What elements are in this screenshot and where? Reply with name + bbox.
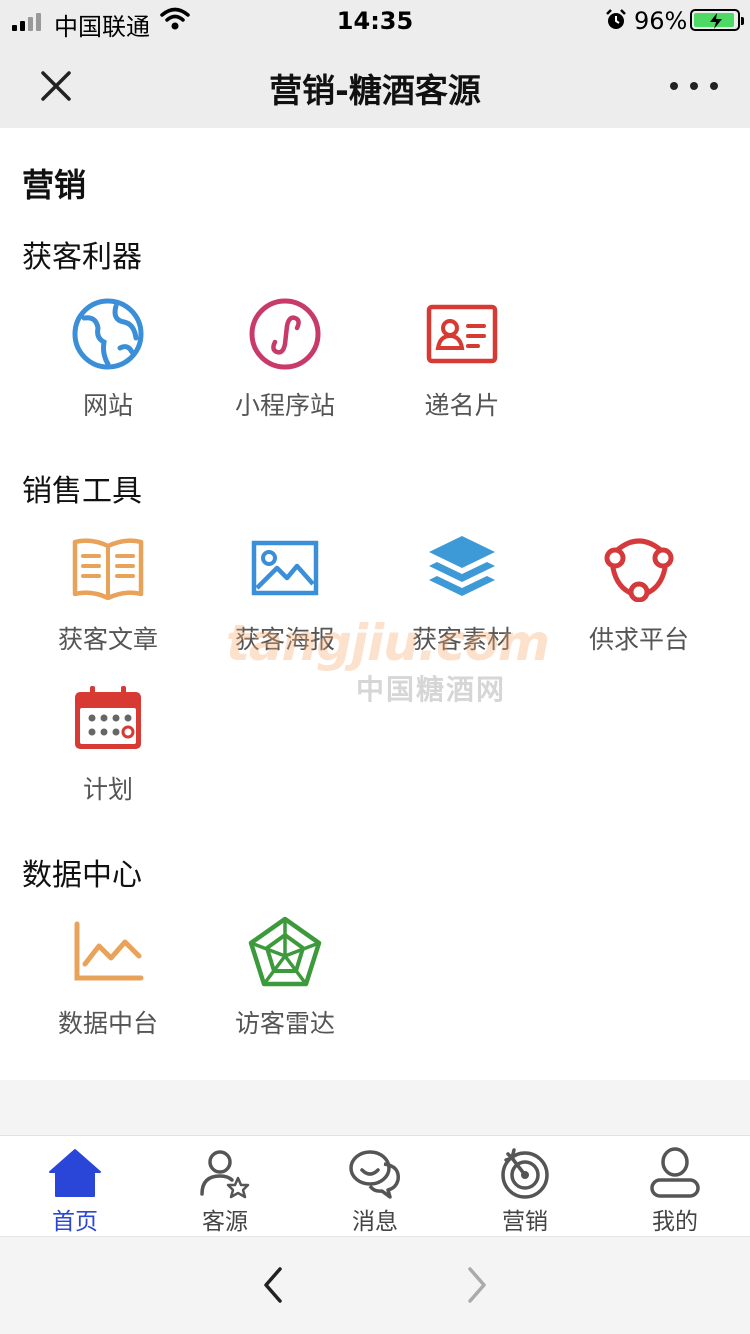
dot-icon	[690, 82, 698, 90]
tile-articles[interactable]: 获客文章	[20, 530, 196, 660]
open-book-icon	[72, 538, 144, 600]
tile-label: 计划	[82, 775, 133, 804]
navigation-bar: 营销-糖酒客源	[0, 42, 750, 128]
close-icon[interactable]	[34, 64, 78, 108]
section-title-acquisition: 获客利器	[22, 240, 142, 275]
browser-navigation-bar	[0, 1236, 750, 1334]
acquisition-grid: 网站 小程序站 递名片	[20, 296, 730, 426]
alarm-icon	[606, 9, 626, 29]
picture-icon	[251, 540, 319, 596]
tab-label: 我的	[652, 1209, 698, 1235]
tab-messages[interactable]: 消息	[300, 1136, 450, 1236]
marketing-content: 营销 获客利器 网站 小程序站 递名片 销售工具 获客文章 获客海报 获客素材 …	[0, 128, 750, 1080]
customer-source-icon	[200, 1150, 250, 1199]
status-bar: 中国联通 14:35 96%	[0, 0, 750, 42]
tile-data-hub[interactable]: 数据中台	[20, 914, 196, 1044]
radar-icon	[248, 916, 322, 987]
tile-materials[interactable]: 获客素材	[374, 530, 550, 660]
section-title-data-center: 数据中心	[22, 858, 142, 893]
tab-label: 营销	[502, 1209, 548, 1235]
tile-label: 获客海报	[234, 625, 335, 654]
tile-label: 网站	[82, 391, 133, 420]
home-icon	[49, 1149, 101, 1197]
layers-icon	[429, 536, 495, 596]
tab-home[interactable]: 首页	[0, 1136, 150, 1236]
tile-plan[interactable]: 计划	[20, 680, 196, 810]
business-card-icon	[426, 304, 498, 364]
dot-icon	[670, 82, 678, 90]
data-center-grid: 数据中台 访客雷达	[20, 914, 730, 1044]
page-title: 营销-糖酒客源	[269, 71, 481, 110]
section-heading: 营销	[22, 166, 87, 204]
target-icon	[501, 1148, 549, 1199]
profile-icon	[650, 1147, 700, 1198]
line-chart-icon	[74, 921, 144, 981]
tile-label: 小程序站	[234, 391, 335, 420]
tile-label: 获客素材	[411, 625, 512, 654]
calendar-icon	[75, 686, 141, 749]
tile-label: 供求平台	[588, 625, 689, 654]
forward-chevron-icon[interactable]	[456, 1265, 496, 1305]
tile-posters[interactable]: 获客海报	[197, 530, 373, 660]
section-title-sales-tools: 销售工具	[22, 474, 142, 509]
tab-marketing[interactable]: 营销	[450, 1136, 600, 1236]
tile-mini-program[interactable]: 小程序站	[197, 296, 373, 426]
tile-visitor-radar[interactable]: 访客雷达	[197, 914, 373, 1044]
tile-website[interactable]: 网站	[20, 296, 196, 426]
tile-label: 数据中台	[57, 1009, 158, 1038]
mini-program-icon	[249, 298, 321, 370]
sales-tools-grid: 获客文章 获客海报 获客素材 供求平台 计划	[20, 530, 730, 830]
tile-label: 访客雷达	[234, 1009, 335, 1038]
tab-customer-source[interactable]: 客源	[150, 1136, 300, 1236]
tile-label: 获客文章	[57, 625, 158, 654]
tab-label: 消息	[352, 1209, 398, 1235]
tile-supply-demand[interactable]: 供求平台	[551, 530, 727, 660]
message-icon	[349, 1150, 400, 1199]
tile-business-card[interactable]: 递名片	[374, 296, 550, 426]
battery-percentage: 96%	[634, 7, 688, 35]
back-chevron-icon[interactable]	[254, 1265, 294, 1305]
dot-icon	[710, 82, 718, 90]
battery-icon	[690, 9, 744, 31]
globe-icon	[72, 298, 144, 370]
bottom-tab-bar: 首页 客源 消息 营销 我的	[0, 1135, 750, 1236]
share-network-icon	[604, 538, 674, 602]
tile-label: 递名片	[424, 391, 500, 420]
tab-label: 客源	[202, 1209, 248, 1235]
more-options-button[interactable]	[670, 72, 718, 100]
tab-label: 首页	[52, 1209, 98, 1235]
tab-profile[interactable]: 我的	[600, 1136, 750, 1236]
